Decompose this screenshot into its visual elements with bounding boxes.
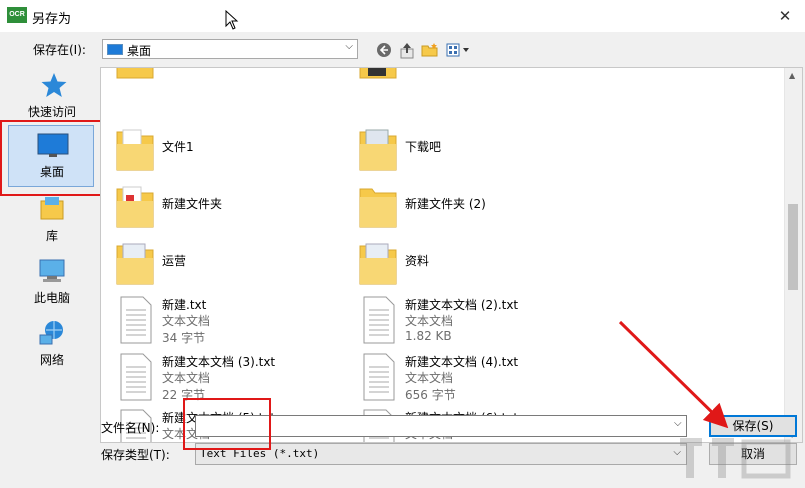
- place-library[interactable]: 库: [4, 191, 100, 253]
- list-item[interactable]: 新建.txt 文本文档 34 字节: [105, 296, 335, 350]
- network-icon: [39, 321, 63, 345]
- annotation-box-filename: [183, 398, 271, 450]
- list-item[interactable]: 新建文件夹: [105, 183, 335, 237]
- place-network[interactable]: 网络: [4, 315, 100, 377]
- watermark-logo: [680, 438, 791, 479]
- file-size: 1.82 KB: [405, 329, 452, 343]
- scroll-thumb[interactable]: [788, 204, 798, 290]
- file-name: 新建文件夹: [162, 197, 223, 211]
- list-item[interactable]: 新建文本文档 (4).txt 文本文档 656 字节: [348, 353, 578, 407]
- file-name: 下载吧: [405, 140, 442, 154]
- vertical-scrollbar[interactable]: ▲ ▼: [784, 68, 802, 442]
- file-name: 资料: [405, 254, 430, 268]
- file-list[interactable]: 文件1 下载吧 新建文件夹 新建文件夹 (2) 运营 资料 新建.txt 文本文…: [100, 67, 803, 443]
- folder-icon: [116, 68, 154, 79]
- folder-icon: [116, 243, 154, 285]
- app-icon: OCR: [7, 7, 27, 23]
- scroll-up-icon[interactable]: ▲: [789, 71, 795, 80]
- file-type: 文本文档: [405, 371, 454, 385]
- list-item[interactable]: 资料: [348, 240, 578, 294]
- list-item[interactable]: 运营: [105, 240, 335, 294]
- text-file-icon: [120, 353, 152, 401]
- annotation-box-desktop: [0, 120, 104, 196]
- view-menu-icon[interactable]: [445, 41, 473, 59]
- file-name: 新建文本文档 (4).txt: [405, 355, 519, 369]
- text-file-icon: [363, 353, 395, 401]
- file-name: 新建文件夹 (2): [405, 197, 486, 211]
- filename-label: 文件名(N):: [101, 421, 160, 435]
- back-icon[interactable]: [375, 41, 393, 59]
- computer-icon: [39, 259, 65, 282]
- up-folder-icon[interactable]: [398, 41, 416, 59]
- list-item[interactable]: 文件1: [105, 126, 335, 180]
- new-folder-icon[interactable]: [421, 41, 439, 59]
- list-item[interactable]: 下载吧: [348, 126, 578, 180]
- file-type: 文本文档: [162, 371, 211, 385]
- save-in-dropdown[interactable]: 桌面 ⌵: [102, 39, 358, 59]
- filetype-label: 保存类型(T):: [101, 448, 170, 462]
- file-type: 文本文档: [162, 314, 211, 328]
- desktop-folder-icon: [107, 44, 123, 55]
- file-size: 656 字节: [405, 388, 456, 402]
- folder-icon: [116, 129, 154, 171]
- save-in-value: 桌面: [127, 44, 152, 58]
- window-title: 另存为: [32, 12, 72, 27]
- library-icon: [40, 197, 64, 220]
- file-name: 新建文本文档 (3).txt: [162, 355, 276, 369]
- text-file-icon: [363, 296, 395, 344]
- file-name: 新建.txt: [162, 298, 207, 312]
- title-bar: OCR 另存为 ✕: [0, 0, 805, 32]
- list-item[interactable]: 新建文本文档 (2).txt 文本文档 1.82 KB: [348, 296, 578, 350]
- place-this-pc[interactable]: 此电脑: [4, 253, 100, 315]
- place-label: 网络: [39, 353, 64, 367]
- chevron-down-icon: ⌵: [345, 41, 353, 52]
- save-dialog: 保存在(I): 桌面 ⌵ 快速访问 桌面 库 此电脑 网络 文件1 下载吧 新建…: [0, 32, 805, 488]
- text-file-icon: [120, 296, 152, 344]
- folder-icon: [116, 186, 154, 228]
- star-icon: [41, 73, 67, 97]
- close-button[interactable]: ✕: [765, 0, 805, 32]
- list-item[interactable]: 新建文件夹 (2): [348, 183, 578, 237]
- file-name: 运营: [162, 254, 187, 268]
- place-label: 库: [45, 229, 58, 243]
- save-in-label: 保存在(I):: [33, 43, 86, 57]
- mouse-cursor-icon: [225, 10, 239, 30]
- file-size: 34 字节: [162, 331, 206, 345]
- file-type: 文本文档: [405, 314, 454, 328]
- folder-icon: [359, 129, 397, 171]
- folder-icon: [359, 188, 397, 228]
- place-label: 此电脑: [33, 291, 70, 305]
- file-name: 文件1: [162, 140, 194, 154]
- folder-icon: [359, 68, 397, 79]
- place-label: 快速访问: [27, 105, 76, 119]
- folder-icon: [359, 243, 397, 285]
- file-name: 新建文本文档 (2).txt: [405, 298, 519, 312]
